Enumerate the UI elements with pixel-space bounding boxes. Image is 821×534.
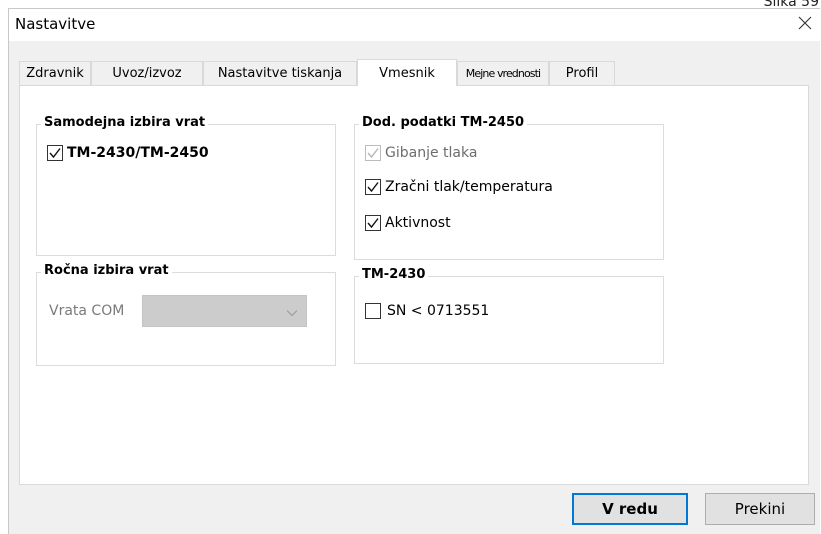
tab-label: Vmesnik	[379, 65, 435, 81]
tab-mejne-vrednosti[interactable]: Mejne vrednosti	[457, 61, 549, 85]
tab-label: Zdravnik	[26, 66, 84, 81]
checkmark-icon	[367, 182, 379, 193]
tab-panel-vmesnik: Samodejna izbira vrat TM-2430/TM-2450 Ro…	[19, 85, 809, 485]
checkbox-tm2430-tm2450[interactable]: TM-2430/TM-2450	[47, 145, 209, 161]
tab-strip: Zdravnik Uvoz/izvoz Nastavitve tiskanja …	[19, 59, 809, 86]
checkbox-box	[365, 215, 381, 231]
com-port-label: Vrata COM	[49, 303, 125, 319]
tab-label: Uvoz/izvoz	[112, 66, 182, 81]
group-title: Dod. podatki TM-2450	[359, 115, 528, 130]
close-icon	[798, 15, 812, 34]
tab-label: Mejne vrednosti	[465, 67, 541, 80]
settings-dialog: Nastavitve Zdravnik Uvoz/izvoz Nastavitv…	[8, 8, 820, 534]
checkbox-sn[interactable]: SN < 0713551	[365, 303, 489, 319]
checkbox-label: TM-2430/TM-2450	[67, 145, 209, 161]
checkmark-icon	[49, 148, 61, 159]
checkbox-zracni-tlak-temperatura[interactable]: Zračni tlak/temperatura	[365, 179, 553, 195]
checkbox-label: Zračni tlak/temperatura	[385, 179, 553, 195]
checkbox-box	[365, 179, 381, 195]
tm2430-group: TM-2430 SN < 0713551	[354, 267, 664, 364]
title-bar: Nastavitve	[9, 9, 820, 41]
ok-button[interactable]: V redu	[572, 493, 688, 525]
checkbox-box	[47, 145, 63, 161]
checkmark-icon	[367, 218, 379, 229]
tab-uvoz-izvoz[interactable]: Uvoz/izvoz	[91, 61, 203, 85]
auto-port-group: Samodejna izbira vrat TM-2430/TM-2450	[36, 115, 336, 256]
checkbox-label: SN < 0713551	[387, 303, 490, 319]
com-port-select[interactable]	[142, 295, 307, 327]
checkbox-gibanje-tlaka[interactable]: Gibanje tlaka	[365, 145, 477, 161]
tab-vmesnik[interactable]: Vmesnik	[357, 59, 457, 86]
group-title: Ročna izbira vrat	[41, 263, 172, 278]
tab-zdravnik[interactable]: Zdravnik	[19, 61, 91, 85]
checkbox-box	[365, 145, 381, 161]
checkbox-label: Aktivnost	[385, 215, 451, 231]
tab-nastavitve-tiskanja[interactable]: Nastavitve tiskanja	[203, 61, 357, 85]
tm2450-extra-data-group: Dod. podatki TM-2450 Gibanje tlaka Zračn…	[354, 115, 664, 260]
window-title: Nastavitve	[15, 15, 96, 33]
manual-port-group: Ročna izbira vrat Vrata COM	[36, 263, 336, 366]
close-button[interactable]	[790, 9, 820, 39]
checkbox-aktivnost[interactable]: Aktivnost	[365, 215, 451, 231]
tab-label: Profil	[565, 66, 599, 81]
checkbox-label: Gibanje tlaka	[385, 145, 478, 161]
group-title: TM-2430	[359, 267, 429, 282]
tab-profil[interactable]: Profil	[549, 61, 615, 85]
cancel-button[interactable]: Prekini	[705, 493, 815, 525]
checkbox-box	[365, 303, 381, 319]
group-title: Samodejna izbira vrat	[41, 115, 209, 130]
tab-label: Nastavitve tiskanja	[217, 66, 343, 81]
chevron-down-icon	[286, 302, 298, 321]
checkmark-icon	[367, 148, 379, 159]
